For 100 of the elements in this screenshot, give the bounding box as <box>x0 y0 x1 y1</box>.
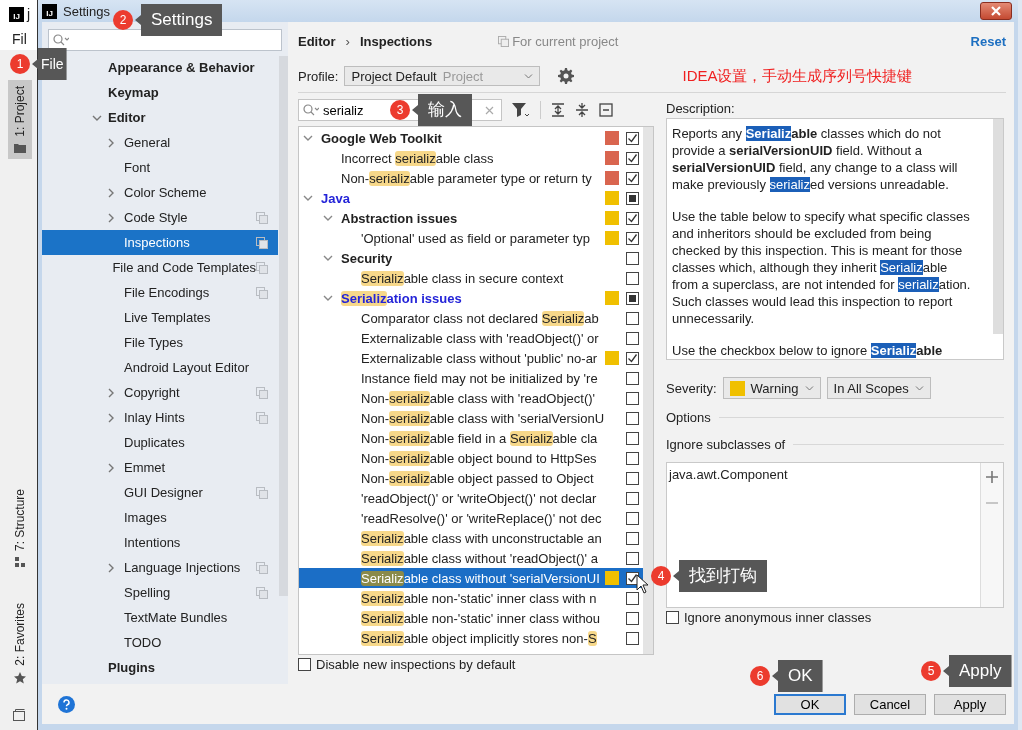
collapse-icon[interactable] <box>599 103 613 117</box>
chevron-down-icon[interactable] <box>303 135 313 141</box>
close-button[interactable] <box>980 2 1012 20</box>
inspection-item[interactable]: Serializable non-'static' inner class with n <box>361 590 597 606</box>
inspection-checkbox[interactable] <box>626 371 639 385</box>
inspection-item[interactable]: Externalizable class with 'readObject()' or <box>361 330 599 346</box>
collapse-all-icon[interactable] <box>575 103 589 117</box>
inspection-item[interactable]: Non-serializable field in a Serializable cla <box>361 430 598 446</box>
inspection-checkbox[interactable] <box>626 431 639 445</box>
inspection-item[interactable]: Serializable non-'static' inner class withou <box>361 610 601 626</box>
inspection-checkbox[interactable] <box>626 351 639 365</box>
inspection-checkbox[interactable] <box>626 171 639 185</box>
settings-nav-item[interactable]: Intentions <box>42 530 278 555</box>
checkbox-label[interactable]: Ignore anonymous inner classes <box>684 610 872 625</box>
inspection-checkbox[interactable] <box>626 331 639 345</box>
settings-nav-item[interactable]: General <box>42 130 278 155</box>
checkbox[interactable] <box>298 658 311 671</box>
inspection-checkbox[interactable] <box>626 291 639 305</box>
inspection-item[interactable]: Serializable class in secure context <box>361 270 564 286</box>
inspection-checkbox[interactable] <box>626 151 639 165</box>
scope-dropdown[interactable]: In All Scopes <box>826 377 931 399</box>
inspection-group[interactable]: Java <box>321 190 350 206</box>
inspection-item[interactable]: Non-serializable class with 'serialVersionU <box>361 410 605 426</box>
settings-nav-item[interactable]: TODO <box>42 630 278 655</box>
tool-window-tab[interactable]: 2: Favorites <box>8 597 32 690</box>
tool-window-tab[interactable]: 7: Structure <box>8 483 32 574</box>
severity-dropdown[interactable]: Warning <box>722 377 821 399</box>
chevron-right-icon[interactable] <box>108 412 114 423</box>
chevron-down-icon[interactable] <box>303 195 313 201</box>
chevron-right-icon[interactable] <box>108 462 114 473</box>
window-icon[interactable] <box>12 708 26 722</box>
chevron-down-icon[interactable] <box>92 114 102 121</box>
inspection-group[interactable]: Abstraction issues <box>341 210 458 226</box>
inspection-group[interactable]: Google Web Toolkit <box>321 130 442 146</box>
settings-nav-item[interactable]: Editor <box>42 105 278 130</box>
inspection-checkbox[interactable] <box>626 411 639 425</box>
chevron-right-icon[interactable] <box>108 187 114 198</box>
inspection-item[interactable]: Non-serializable parameter type or return ty <box>341 170 592 186</box>
inspection-checkbox[interactable] <box>626 391 639 405</box>
inspection-item[interactable]: Serializable class without 'readObject()' a <box>361 550 598 566</box>
inspection-item[interactable]: Non-serializable class with 'readObject()' <box>361 390 596 406</box>
inspection-checkbox[interactable] <box>626 591 639 605</box>
settings-nav-item[interactable]: TextMate Bundles <box>42 605 278 630</box>
dialog-button[interactable]: OK <box>774 693 846 715</box>
settings-nav-item[interactable]: Inspections <box>42 230 278 255</box>
settings-nav-item[interactable]: Android Layout Editor <box>42 355 278 380</box>
inspection-checkbox[interactable] <box>626 251 639 265</box>
scrollbar[interactable] <box>279 56 288 596</box>
dialog-button[interactable]: Apply <box>934 693 1006 715</box>
inspection-item[interactable]: Non-serializable object bound to HttpSes <box>361 450 597 466</box>
checkbox[interactable] <box>666 611 679 624</box>
chevron-right-icon[interactable] <box>108 212 114 223</box>
settings-nav-item[interactable]: Emmet <box>42 455 278 480</box>
settings-nav-item[interactable]: Copyright <box>42 380 278 405</box>
inspection-checkbox[interactable] <box>626 511 639 525</box>
settings-nav-item[interactable]: Code Style <box>42 205 278 230</box>
inspection-item[interactable]: 'readObject()' or 'writeObject()' not declar <box>361 490 597 506</box>
inspection-item[interactable]: Externalizable class without 'public' no-ar <box>361 350 598 366</box>
settings-nav-item[interactable]: Language Injections <box>42 555 278 580</box>
inspection-item[interactable]: Incorrect serializable class <box>341 150 494 166</box>
dialog-button[interactable]: Cancel <box>854 693 926 715</box>
settings-nav-item[interactable]: GUI Designer <box>42 480 278 505</box>
settings-nav-item[interactable]: Images <box>42 505 278 530</box>
profile-dropdown[interactable]: Project Default Project <box>344 66 541 86</box>
inspection-checkbox[interactable] <box>626 311 639 325</box>
chevron-down-icon[interactable] <box>323 295 333 301</box>
inspection-item[interactable]: 'Optional' used as field or parameter typ <box>361 230 590 246</box>
inspection-checkbox[interactable] <box>626 611 639 625</box>
inspection-checkbox[interactable] <box>626 471 639 485</box>
list-item[interactable]: java.awt.Component <box>669 467 978 482</box>
settings-nav-item[interactable]: File and Code Templates <box>42 255 278 280</box>
inspection-item[interactable]: Comparator class not declared Serializab <box>361 310 599 326</box>
inspection-group[interactable]: Serialization issues <box>341 290 462 306</box>
reset-link[interactable]: Reset <box>970 33 1006 49</box>
inspection-item[interactable]: 'readResolve()' or 'writeReplace()' not dec <box>361 510 602 526</box>
chevron-right-icon[interactable] <box>108 137 114 148</box>
chevron-right-icon[interactable] <box>108 562 114 573</box>
inspection-checkbox[interactable] <box>626 451 639 465</box>
settings-icon[interactable] <box>558 68 575 84</box>
add-icon[interactable] <box>986 471 998 483</box>
scrollbar[interactable] <box>993 119 1003 334</box>
settings-nav-item[interactable]: Duplicates <box>42 430 278 455</box>
settings-nav-item[interactable]: File Types <box>42 330 278 355</box>
inspection-checkbox[interactable] <box>626 191 639 205</box>
inspection-item[interactable]: Serializable object implicitly stores non-S <box>361 630 597 646</box>
inspection-checkbox[interactable] <box>626 131 639 145</box>
settings-nav-item[interactable]: File Encodings <box>42 280 278 305</box>
settings-nav-item[interactable]: Font <box>42 155 278 180</box>
inspection-item[interactable]: Instance field may not be initialized by 're <box>361 370 598 386</box>
settings-nav-item[interactable]: Color Scheme <box>42 180 278 205</box>
inspection-checkbox[interactable] <box>626 551 639 565</box>
inspection-group[interactable]: Security <box>341 250 393 266</box>
inspection-checkbox[interactable] <box>626 531 639 545</box>
inspection-item[interactable]: Non-serializable object passed to Object <box>361 470 594 486</box>
expand-all-icon[interactable] <box>551 103 565 117</box>
chevron-down-icon[interactable] <box>323 215 333 221</box>
settings-nav-item[interactable]: Live Templates <box>42 305 278 330</box>
checkbox-label[interactable]: Disable new inspections by default <box>316 657 516 672</box>
inspection-checkbox[interactable] <box>626 271 639 285</box>
inspection-checkbox[interactable] <box>626 631 639 645</box>
